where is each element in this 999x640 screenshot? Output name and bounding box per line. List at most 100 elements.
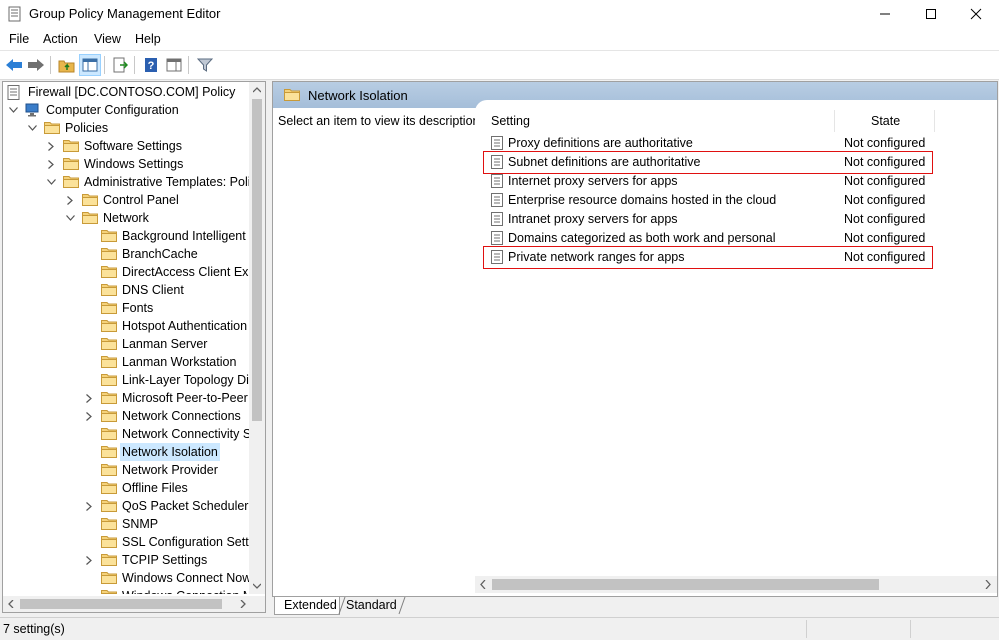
tree-item-label: Lanman Server bbox=[122, 337, 208, 351]
close-icon bbox=[970, 8, 982, 20]
column-header-state[interactable]: State bbox=[871, 110, 900, 132]
chevron-down-icon[interactable] bbox=[27, 119, 37, 137]
forward-button[interactable] bbox=[25, 54, 47, 76]
scroll-right-icon[interactable] bbox=[240, 600, 246, 608]
tree-vertical-scrollbar[interactable] bbox=[249, 82, 265, 594]
tree-item-label: TCPIP Settings bbox=[122, 553, 208, 567]
back-button[interactable] bbox=[3, 54, 25, 76]
scroll-right-icon[interactable] bbox=[985, 580, 991, 589]
chevron-right-icon[interactable] bbox=[46, 137, 56, 155]
tree-item[interactable]: Network bbox=[3, 209, 251, 227]
tree-item[interactable]: QoS Packet Scheduler bbox=[3, 497, 251, 515]
folder-icon bbox=[101, 319, 117, 332]
scroll-left-icon[interactable] bbox=[480, 580, 486, 589]
tree-item[interactable]: Control Panel bbox=[3, 191, 251, 209]
folder-icon bbox=[101, 445, 117, 458]
help-icon: ? bbox=[145, 58, 157, 72]
tab-extended[interactable]: Extended bbox=[274, 597, 340, 615]
highlight-box bbox=[483, 151, 933, 174]
setting-row[interactable]: Intranet proxy servers for apps Not confi… bbox=[475, 210, 997, 229]
close-button[interactable] bbox=[953, 0, 999, 28]
tree-item[interactable]: Windows Settings bbox=[3, 155, 251, 173]
filter-icon bbox=[197, 58, 213, 72]
tree-item[interactable]: Policies bbox=[3, 119, 251, 137]
console-tree: Firewall [DC.CONTOSO.COM] Policy Computer… bbox=[3, 82, 251, 594]
tree-item-label: Network Connectivity St bbox=[122, 427, 251, 441]
show-hide-console-tree-button[interactable] bbox=[79, 54, 101, 76]
tree-item-label: Hotspot Authentication bbox=[122, 319, 248, 333]
minimize-button[interactable] bbox=[862, 0, 908, 28]
chevron-right-icon[interactable] bbox=[65, 191, 75, 209]
tree-item[interactable]: DNS Client bbox=[3, 281, 251, 299]
folder-icon bbox=[44, 121, 60, 134]
scroll-up-icon[interactable] bbox=[253, 87, 261, 93]
tree-item[interactable]: Firewall [DC.CONTOSO.COM] Policy bbox=[3, 83, 251, 101]
chevron-right-icon[interactable] bbox=[84, 407, 94, 425]
filter-button[interactable] bbox=[194, 54, 216, 76]
chevron-right-icon[interactable] bbox=[84, 497, 94, 515]
folder-icon bbox=[101, 337, 117, 350]
tree-item[interactable]: BranchCache bbox=[3, 245, 251, 263]
setting-state: Not configured bbox=[844, 231, 926, 245]
tree-item[interactable]: Computer Configuration bbox=[3, 101, 251, 119]
tree-item[interactable]: Network Connections bbox=[3, 407, 251, 425]
tree-item[interactable]: Windows Connect Now bbox=[3, 569, 251, 587]
folder-icon bbox=[101, 499, 117, 512]
chevron-right-icon[interactable] bbox=[84, 389, 94, 407]
tree-item[interactable]: Software Settings bbox=[3, 137, 251, 155]
up-one-level-button[interactable] bbox=[56, 54, 78, 76]
tree-item[interactable]: Link-Layer Topology Disc bbox=[3, 371, 251, 389]
tree-item[interactable]: Microsoft Peer-to-Peer N bbox=[3, 389, 251, 407]
chevron-right-icon[interactable] bbox=[46, 155, 56, 173]
maximize-button[interactable] bbox=[908, 0, 954, 28]
setting-name: Proxy definitions are authoritative bbox=[508, 136, 693, 150]
tree-item[interactable]: SNMP bbox=[3, 515, 251, 533]
chevron-right-icon[interactable] bbox=[84, 551, 94, 569]
settings-list[interactable]: Setting State Proxy definitions are auth… bbox=[475, 100, 997, 596]
tree-item[interactable]: Hotspot Authentication bbox=[3, 317, 251, 335]
policy-setting-icon bbox=[491, 136, 503, 150]
settings-horizontal-scroll-thumb[interactable] bbox=[492, 579, 879, 590]
column-header-setting[interactable]: Setting bbox=[491, 110, 530, 132]
tree-item[interactable]: TCPIP Settings bbox=[3, 551, 251, 569]
tree-item[interactable]: Lanman Workstation bbox=[3, 353, 251, 371]
tree-item[interactable]: Fonts bbox=[3, 299, 251, 317]
tab-standard[interactable]: Standard bbox=[345, 597, 405, 615]
setting-row[interactable]: Enterprise resource domains hosted in th… bbox=[475, 191, 997, 210]
chevron-down-icon[interactable] bbox=[46, 173, 56, 191]
folder-up-icon bbox=[58, 60, 75, 73]
chevron-down-icon[interactable] bbox=[65, 209, 75, 227]
console-tree-pane[interactable]: Firewall [DC.CONTOSO.COM] Policy Computer… bbox=[2, 81, 266, 613]
menu-file[interactable]: File bbox=[9, 32, 29, 46]
chevron-down-icon[interactable] bbox=[8, 101, 18, 119]
menu-view[interactable]: View bbox=[94, 32, 121, 46]
forward-arrow-icon bbox=[28, 59, 44, 71]
folder-icon bbox=[82, 193, 98, 206]
tree-item[interactable]: Lanman Server bbox=[3, 335, 251, 353]
tree-vertical-scroll-thumb[interactable] bbox=[252, 99, 262, 421]
settings-horizontal-scrollbar[interactable] bbox=[475, 576, 997, 593]
tree-item[interactable]: SSL Configuration Settin bbox=[3, 533, 251, 551]
tree-item[interactable]: DirectAccess Client Expe bbox=[3, 263, 251, 281]
tree-item[interactable]: Windows Connection M bbox=[3, 587, 251, 594]
tree-item-label: Windows Settings bbox=[84, 157, 184, 171]
help-button[interactable]: ? bbox=[140, 54, 162, 76]
tree-item[interactable]: Administrative Templates: Polic bbox=[3, 173, 251, 191]
show-hide-action-pane-button[interactable] bbox=[163, 54, 185, 76]
tree-item[interactable]: Offline Files bbox=[3, 479, 251, 497]
scroll-down-icon[interactable] bbox=[253, 583, 261, 589]
menu-help[interactable]: Help bbox=[135, 32, 161, 46]
policy-setting-icon bbox=[491, 212, 503, 226]
tree-item[interactable]: Network Connectivity St bbox=[3, 425, 251, 443]
setting-row[interactable]: Internet proxy servers for apps Not confi… bbox=[475, 172, 997, 191]
menu-action[interactable]: Action bbox=[43, 32, 78, 46]
tree-item[interactable]: Network Provider bbox=[3, 461, 251, 479]
export-list-button[interactable] bbox=[109, 54, 131, 76]
tree-item[interactable]: Network Isolation bbox=[3, 443, 251, 461]
policy-setting-icon bbox=[491, 193, 503, 207]
scroll-left-icon[interactable] bbox=[8, 600, 14, 608]
folder-icon bbox=[101, 409, 117, 422]
tree-item[interactable]: Background Intelligent T bbox=[3, 227, 251, 245]
tree-horizontal-scroll-thumb[interactable] bbox=[20, 599, 222, 609]
tree-horizontal-scrollbar[interactable] bbox=[3, 596, 251, 612]
